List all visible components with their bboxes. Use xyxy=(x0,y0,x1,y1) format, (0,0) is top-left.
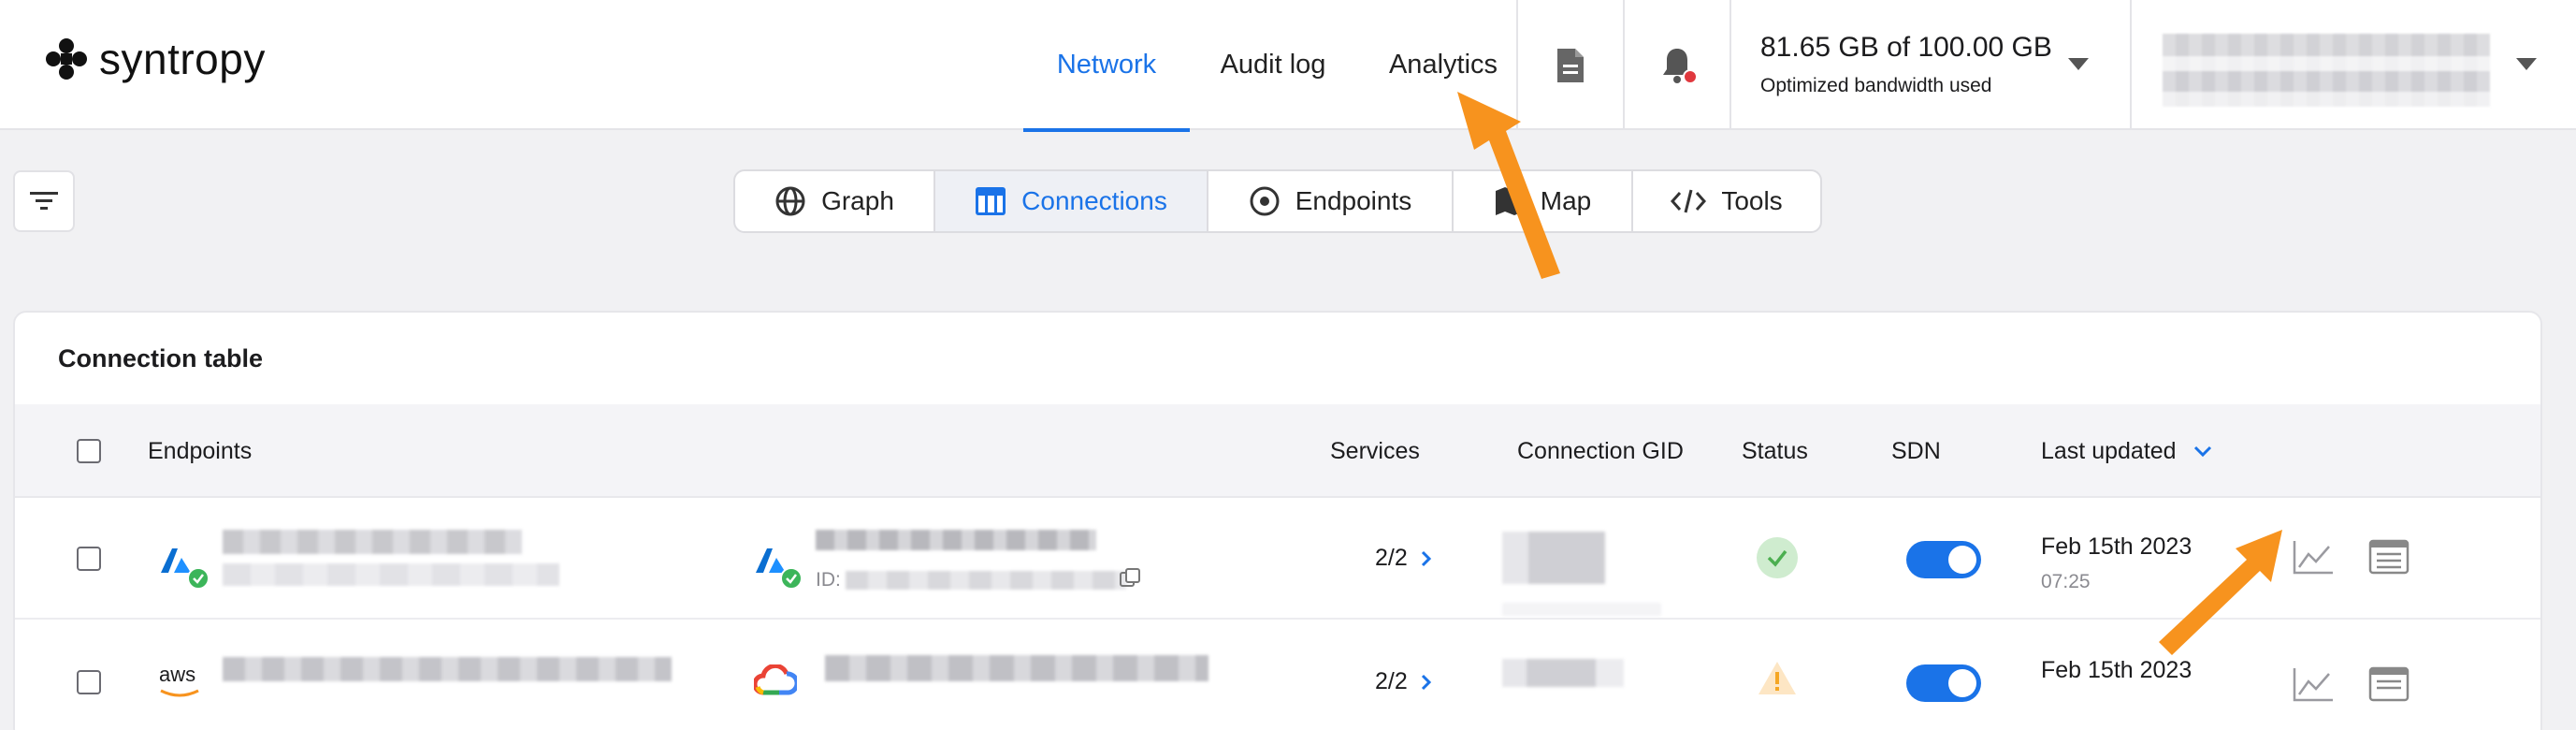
select-all-checkbox[interactable] xyxy=(77,439,101,463)
bandwidth-usage-caption: Optimized bandwidth used xyxy=(1760,75,1992,96)
sdn-toggle[interactable] xyxy=(1906,664,1981,702)
services-count-value: 2/2 xyxy=(1375,668,1408,694)
details-list-icon[interactable] xyxy=(2368,666,2410,702)
column-header-sdn[interactable]: SDN xyxy=(1891,404,1941,498)
peer-endpoint-name-redacted xyxy=(825,655,1208,681)
row-checkbox[interactable] xyxy=(77,547,101,571)
brand-name: syntropy xyxy=(99,35,266,83)
view-tab-endpoints[interactable]: Endpoints xyxy=(1208,171,1454,231)
filter-button[interactable] xyxy=(13,170,75,232)
code-icon xyxy=(1671,189,1707,213)
details-list-icon[interactable] xyxy=(2368,539,2410,575)
peer-endpoint-id-prefix: ID: xyxy=(816,569,841,591)
header-divider xyxy=(1729,0,1731,130)
column-header-status[interactable]: Status xyxy=(1742,404,1808,498)
top-header: syntropy Network Audit log Analytics 81.… xyxy=(0,0,2576,132)
bandwidth-usage[interactable]: 81.65 GB of 100.00 GB Optimized bandwidt… xyxy=(1760,32,2052,97)
status-warning-icon xyxy=(1758,662,1796,694)
view-tab-connections[interactable]: Connections xyxy=(935,171,1208,231)
globe-icon xyxy=(775,186,805,216)
syntropy-logo-icon xyxy=(46,38,87,80)
column-header-services[interactable]: Services xyxy=(1330,404,1420,498)
column-header-connection-gid[interactable]: Connection GID xyxy=(1517,404,1684,498)
aws-icon: aws xyxy=(159,663,196,686)
services-count-value: 2/2 xyxy=(1375,545,1408,571)
notification-dot xyxy=(1683,69,1698,84)
endpoint-detail-redacted xyxy=(223,563,559,586)
connection-table-card: Connection table Endpoints Services Conn… xyxy=(13,311,2542,730)
view-tab-connections-label: Connections xyxy=(1021,186,1167,215)
document-icon xyxy=(1557,48,1584,82)
view-switcher: Graph Connections Endpoints Map Tools xyxy=(733,169,1822,233)
analytics-chart-icon[interactable] xyxy=(2292,666,2335,704)
annotation-arrow-chart xyxy=(2159,530,2282,655)
view-tab-endpoints-label: Endpoints xyxy=(1295,186,1412,215)
filter-icon xyxy=(30,192,58,210)
endpoint-name-redacted xyxy=(223,657,672,681)
status-ok-icon xyxy=(1757,537,1798,578)
syntropy-logo[interactable]: syntropy xyxy=(45,34,266,84)
connection-gid-redacted xyxy=(1502,659,1624,687)
endpoint-online-icon xyxy=(187,567,210,590)
view-tab-graph-label: Graph xyxy=(821,186,894,215)
bandwidth-usage-value: 81.65 GB of 100.00 GB xyxy=(1760,32,2052,63)
copy-icon[interactable] xyxy=(1119,567,1141,590)
view-tab-tools-label: Tools xyxy=(1721,186,1783,215)
notifications-button[interactable] xyxy=(1625,0,1729,130)
nav-tab-audit-log[interactable]: Audit log xyxy=(1203,0,1343,130)
analytics-chart-icon[interactable] xyxy=(2292,539,2335,577)
connection-gid-redacted-extra xyxy=(1502,603,1661,616)
annotation-arrow-analytics xyxy=(1457,92,1560,279)
peer-endpoint-id-redacted xyxy=(846,571,1126,590)
table-icon xyxy=(976,187,1006,215)
usage-dropdown-chevron-icon[interactable] xyxy=(2068,58,2089,70)
column-header-last-updated-label: Last updated xyxy=(2041,437,2177,464)
endpoint-online-icon xyxy=(780,567,803,590)
account-dropdown-chevron-icon[interactable] xyxy=(2516,58,2537,70)
endpoint-name-redacted xyxy=(223,530,522,554)
view-tab-tools[interactable]: Tools xyxy=(1633,171,1820,231)
chevron-right-icon xyxy=(1421,674,1431,690)
target-icon xyxy=(1250,186,1280,216)
column-header-last-updated[interactable]: Last updated xyxy=(2041,404,2212,498)
aws-smile-icon xyxy=(160,689,199,697)
connection-table-title: Connection table xyxy=(58,344,264,372)
sort-chevron-down-icon xyxy=(2193,445,2211,458)
table-header: Endpoints Services Connection GID Status… xyxy=(15,404,2540,498)
google-cloud-icon xyxy=(754,664,797,695)
sdn-toggle[interactable] xyxy=(1906,541,1981,578)
account-menu[interactable] xyxy=(2163,34,2490,107)
peer-endpoint-name-redacted xyxy=(816,530,1096,550)
last-updated-time: 07:25 xyxy=(2041,571,2091,592)
nav-tab-network[interactable]: Network xyxy=(1023,0,1190,132)
chevron-right-icon xyxy=(1421,550,1431,566)
column-header-endpoints[interactable]: Endpoints xyxy=(148,404,252,498)
header-divider xyxy=(2130,0,2132,130)
services-count[interactable]: 2/2 xyxy=(1375,668,1432,695)
view-tab-graph[interactable]: Graph xyxy=(735,171,935,231)
row-checkbox[interactable] xyxy=(77,670,101,694)
services-count[interactable]: 2/2 xyxy=(1375,545,1432,572)
connection-gid-redacted xyxy=(1502,532,1605,584)
